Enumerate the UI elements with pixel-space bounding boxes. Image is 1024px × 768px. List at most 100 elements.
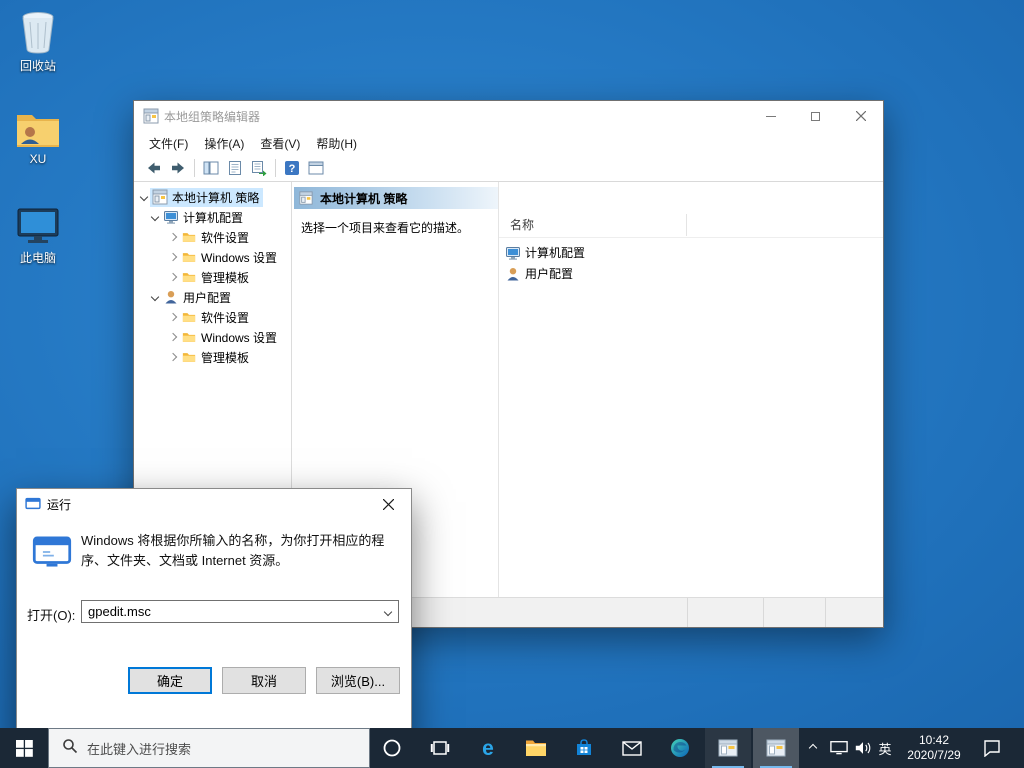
run-close-button[interactable] <box>366 489 411 519</box>
cancel-button[interactable]: 取消 <box>222 667 306 694</box>
ok-button[interactable]: 确定 <box>128 667 212 694</box>
tree-item-software-settings[interactable]: 软件设置 <box>134 227 291 247</box>
user-icon <box>505 266 522 282</box>
folder-icon <box>181 329 198 345</box>
mail-button[interactable] <box>609 728 655 768</box>
open-combobox[interactable] <box>81 600 399 623</box>
list-item-computer-config[interactable]: 计算机配置 <box>499 242 873 263</box>
taskbar-window-button-2[interactable] <box>753 728 799 768</box>
cortana-icon <box>382 738 402 758</box>
minimize-button[interactable] <box>748 101 793 131</box>
svg-text:?: ? <box>289 163 296 175</box>
combo-dropdown-icon[interactable] <box>378 609 398 615</box>
desktop-icon-label: 此电脑 <box>0 249 76 266</box>
tree-item-label: 本地计算机 策略 <box>172 189 259 206</box>
tree-item-label: 软件设置 <box>201 309 249 326</box>
run-dialog: 运行 Windows 将根据你所输入的名称，为你打开相应的程序、文件夹、文档或 … <box>16 488 412 743</box>
run-icon <box>32 535 72 574</box>
tray-overflow-button[interactable] <box>800 728 826 768</box>
panel-description: 选择一个项目来查看它的描述。 <box>301 219 491 236</box>
mmc-app-icon <box>143 108 159 124</box>
chevron-expanded-icon[interactable] <box>139 193 147 201</box>
panel-header-label: 本地计算机 策略 <box>320 190 407 207</box>
column-header-name[interactable]: 名称 <box>499 212 883 238</box>
tray-date: 2020/7/29 <box>907 748 960 763</box>
tree-item-windows-settings[interactable]: Windows 设置 <box>134 327 291 347</box>
run-app-icon <box>25 497 41 511</box>
task-view-button[interactable] <box>417 728 463 768</box>
tree-item-label: Windows 设置 <box>201 249 277 266</box>
menu-action[interactable]: 操作(A) <box>196 132 252 155</box>
taskbar-window-button-1[interactable] <box>705 728 751 768</box>
chevron-expanded-icon[interactable] <box>150 213 158 221</box>
desktop-icon-this-pc[interactable]: 此电脑 <box>0 200 76 266</box>
desktop-icon-user-folder[interactable]: XU <box>0 103 76 166</box>
computer-icon <box>163 209 180 225</box>
console-window-icon[interactable] <box>304 157 328 179</box>
search-placeholder: 在此键入进行搜索 <box>87 739 191 758</box>
list-item-label: 计算机配置 <box>525 244 585 261</box>
maximize-button[interactable] <box>793 101 838 131</box>
tree-item-admin-templates[interactable]: 管理模板 <box>134 267 291 287</box>
export-list-icon[interactable] <box>247 157 271 179</box>
tree-item-user-config[interactable]: 用户配置 <box>134 287 291 307</box>
start-button[interactable] <box>0 728 48 768</box>
folder-icon <box>181 309 198 325</box>
menu-view[interactable]: 查看(V) <box>252 132 308 155</box>
tree-item-computer-config[interactable]: 计算机配置 <box>134 207 291 227</box>
console-tree-toggle-icon[interactable] <box>199 157 223 179</box>
bottom-bar-divider <box>763 598 764 627</box>
taskbar-search-input[interactable]: 在此键入进行搜索 <box>48 728 370 768</box>
mmc-window-icon <box>766 739 786 757</box>
folder-icon <box>181 229 198 245</box>
tree-item-software-settings[interactable]: 软件设置 <box>134 307 291 327</box>
chevron-collapsed-icon[interactable] <box>168 333 176 341</box>
title-bar[interactable]: 本地组策略编辑器 <box>134 101 883 131</box>
run-dialog-title-bar[interactable]: 运行 <box>17 489 411 519</box>
help-icon[interactable]: ? <box>280 157 304 179</box>
open-input[interactable] <box>82 604 378 619</box>
recycle-bin-icon <box>0 8 76 54</box>
run-dialog-message: Windows 将根据你所输入的名称，为你打开相应的程序、文件夹、文档或 Int… <box>81 531 395 571</box>
column-separator[interactable] <box>686 214 687 236</box>
chevron-expanded-icon[interactable] <box>150 293 158 301</box>
tree-item-admin-templates[interactable]: 管理模板 <box>134 347 291 367</box>
tree-item-windows-settings[interactable]: Windows 设置 <box>134 247 291 267</box>
run-dialog-title: 运行 <box>47 496 366 513</box>
desktop-icon-recycle-bin[interactable]: 回收站 <box>0 8 76 74</box>
chevron-up-icon <box>809 744 817 752</box>
tree-item-label: 软件设置 <box>201 229 249 246</box>
list-item-user-config[interactable]: 用户配置 <box>499 263 873 284</box>
taskbar: 在此键入进行搜索 e 英 10:42 2020/7/29 <box>0 728 1024 768</box>
close-button[interactable] <box>838 101 883 131</box>
menu-file[interactable]: 文件(F) <box>141 132 196 155</box>
computer-icon <box>505 245 522 261</box>
panel-header: 本地计算机 策略 <box>294 187 498 209</box>
ime-indicator[interactable]: 英 <box>872 728 898 768</box>
chevron-collapsed-icon[interactable] <box>168 233 176 241</box>
tree-item-root[interactable]: 本地计算机 策略 <box>134 187 291 207</box>
tree-item-label: 计算机配置 <box>183 209 243 226</box>
desktop-icon-label: 回收站 <box>0 57 76 74</box>
edge-chromium-button[interactable] <box>657 728 703 768</box>
chevron-collapsed-icon[interactable] <box>168 313 176 321</box>
chevron-collapsed-icon[interactable] <box>168 253 176 261</box>
network-tray-icon[interactable] <box>826 728 852 768</box>
chevron-collapsed-icon[interactable] <box>168 273 176 281</box>
menu-help[interactable]: 帮助(H) <box>308 132 365 155</box>
cortana-button[interactable] <box>369 728 415 768</box>
windows-logo-icon <box>16 740 33 757</box>
file-explorer-button[interactable] <box>513 728 559 768</box>
forward-button[interactable] <box>166 157 190 179</box>
edge-button[interactable]: e <box>465 728 511 768</box>
tree-item-label: 管理模板 <box>201 269 249 286</box>
properties-icon[interactable] <box>223 157 247 179</box>
browse-button[interactable]: 浏览(B)... <box>316 667 400 694</box>
store-button[interactable] <box>561 728 607 768</box>
chevron-collapsed-icon[interactable] <box>168 353 176 361</box>
back-button[interactable] <box>142 157 166 179</box>
folder-icon <box>181 349 198 365</box>
action-center-button[interactable] <box>975 728 1009 768</box>
edge-icon: e <box>477 737 499 759</box>
clock[interactable]: 10:42 2020/7/29 <box>898 728 970 768</box>
